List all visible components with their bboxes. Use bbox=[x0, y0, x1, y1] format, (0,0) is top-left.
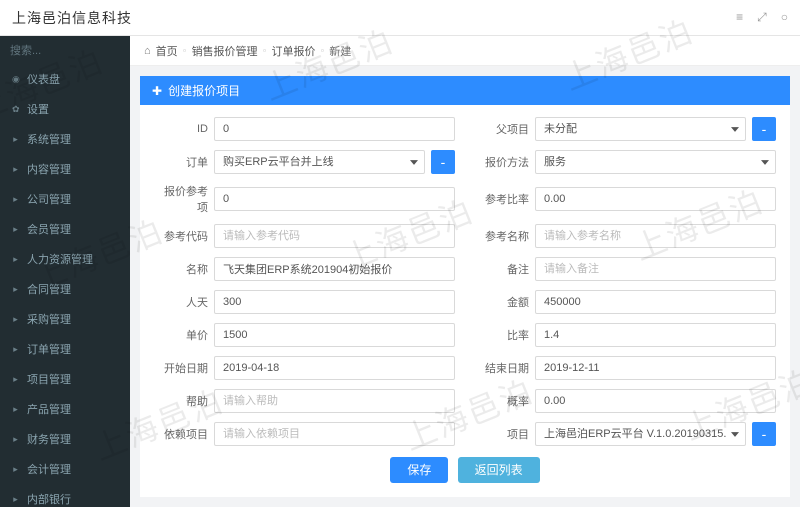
input-ratio[interactable] bbox=[535, 187, 776, 211]
sidebar-item[interactable]: ◉ 仪表盘 bbox=[0, 64, 130, 94]
input-desc[interactable] bbox=[214, 389, 455, 413]
select-proj[interactable]: 上海邑泊ERP云平台 V.1.0.20190315... bbox=[535, 422, 746, 446]
expand-icon[interactable]: ⤢ bbox=[757, 10, 767, 25]
sidebar-search[interactable]: 搜索... bbox=[0, 36, 130, 64]
input-id[interactable] bbox=[214, 117, 455, 141]
sidebar-item[interactable]: ▸会员管理 bbox=[0, 214, 130, 244]
breadcrumb: ⌂ 首页 ◦ 销售报价管理 ◦ 订单报价 ◦ 新建 bbox=[130, 36, 800, 66]
sidebar-item[interactable]: ▸采购管理 bbox=[0, 304, 130, 334]
sidebar-item[interactable]: ▸合同管理 bbox=[0, 274, 130, 304]
menu-icon[interactable]: ≡ bbox=[736, 10, 743, 25]
breadcrumb-link[interactable]: 销售报价管理 bbox=[192, 43, 258, 59]
minus-button[interactable]: - bbox=[752, 422, 776, 446]
sidebar-item[interactable]: ▸产品管理 bbox=[0, 394, 130, 424]
label-quoteitem: 报价参考项 bbox=[154, 183, 208, 215]
sidebar-item[interactable]: ▸系统管理 bbox=[0, 124, 130, 154]
sidebar-item[interactable]: ▸订单管理 bbox=[0, 334, 130, 364]
input-mandays[interactable] bbox=[214, 290, 455, 314]
home-icon[interactable]: ⌂ bbox=[144, 45, 151, 57]
label-ratio: 参考比率 bbox=[475, 191, 529, 207]
sidebar-item-label: 项目管理 bbox=[27, 371, 71, 387]
label-end: 结束日期 bbox=[475, 360, 529, 376]
label-order: 订单 bbox=[154, 154, 208, 170]
input-price[interactable] bbox=[214, 323, 455, 347]
sidebar-item-label: 公司管理 bbox=[27, 191, 71, 207]
sidebar-item-label: 会计管理 bbox=[27, 461, 71, 477]
sidebar-item[interactable]: ▸项目管理 bbox=[0, 364, 130, 394]
label-desc: 帮助 bbox=[154, 393, 208, 409]
input-end[interactable] bbox=[535, 356, 776, 380]
sidebar-item-label: 产品管理 bbox=[27, 401, 71, 417]
back-button[interactable]: 返回列表 bbox=[458, 457, 540, 483]
label-id: ID bbox=[154, 123, 208, 135]
sidebar-item-label: 会员管理 bbox=[27, 221, 71, 237]
breadcrumb-current: 新建 bbox=[329, 43, 351, 59]
label-mandays: 人天 bbox=[154, 294, 208, 310]
label-amount: 金额 bbox=[475, 294, 529, 310]
form-panel: ✚ 创建报价项目 ID 父项目 未分配 - 订 bbox=[140, 76, 790, 497]
input-overview[interactable] bbox=[535, 389, 776, 413]
sidebar: 搜索... ◉ 仪表盘 ✿ 设置 ▸系统管理 ▸内容管理 ▸公司管理 ▸会员管理 ▸… bbox=[0, 36, 130, 507]
label-start: 开始日期 bbox=[154, 360, 208, 376]
sidebar-item-label: 内部银行 bbox=[27, 491, 71, 507]
input-refname[interactable] bbox=[535, 224, 776, 248]
sidebar-item-label: 内容管理 bbox=[27, 161, 71, 177]
input-remark[interactable] bbox=[535, 257, 776, 281]
sidebar-item[interactable]: ✿ 设置 bbox=[0, 94, 130, 124]
sidebar-item-label: 采购管理 bbox=[27, 311, 71, 327]
input-rate[interactable] bbox=[535, 323, 776, 347]
sidebar-item[interactable]: ▸内容管理 bbox=[0, 154, 130, 184]
select-parent[interactable]: 未分配 bbox=[535, 117, 746, 141]
breadcrumb-home[interactable]: 首页 bbox=[156, 43, 178, 59]
label-depend: 依赖项目 bbox=[154, 426, 208, 442]
sidebar-item[interactable]: ▸财务管理 bbox=[0, 424, 130, 454]
sidebar-item-label: 人力资源管理 bbox=[27, 251, 93, 267]
breadcrumb-link[interactable]: 订单报价 bbox=[271, 43, 315, 59]
sidebar-item-label: 财务管理 bbox=[27, 431, 71, 447]
sidebar-item-label: 设置 bbox=[27, 101, 49, 117]
dashboard-icon: ◉ bbox=[12, 74, 19, 85]
sidebar-item[interactable]: ▸内部银行 bbox=[0, 484, 130, 507]
user-icon[interactable]: ○ bbox=[781, 10, 788, 25]
label-parent: 父项目 bbox=[475, 121, 529, 137]
label-refcode: 参考代码 bbox=[154, 228, 208, 244]
label-overview: 概率 bbox=[475, 393, 529, 409]
minus-button[interactable]: - bbox=[431, 150, 455, 174]
label-name: 名称 bbox=[154, 261, 208, 277]
plus-circle-icon: ✚ bbox=[152, 84, 162, 98]
input-refcode[interactable] bbox=[214, 224, 455, 248]
sidebar-item[interactable]: ▸会计管理 bbox=[0, 454, 130, 484]
sidebar-item-label: 系统管理 bbox=[27, 131, 71, 147]
input-amount[interactable] bbox=[535, 290, 776, 314]
sidebar-item-label: 合同管理 bbox=[27, 281, 71, 297]
sidebar-item-label: 仪表盘 bbox=[27, 71, 60, 87]
label-price: 单价 bbox=[154, 327, 208, 343]
save-button[interactable]: 保存 bbox=[390, 457, 448, 483]
input-name[interactable] bbox=[214, 257, 455, 281]
label-proj: 项目 bbox=[475, 426, 529, 442]
input-quoteitem[interactable] bbox=[214, 187, 455, 211]
label-method: 报价方法 bbox=[475, 154, 529, 170]
label-refname: 参考名称 bbox=[475, 228, 529, 244]
app-logo: 上海邑泊信息科技 bbox=[12, 8, 132, 28]
select-method[interactable]: 服务 bbox=[535, 150, 776, 174]
select-order[interactable]: 购买ERP云平台并上线 bbox=[214, 150, 425, 174]
sidebar-item[interactable]: ▸人力资源管理 bbox=[0, 244, 130, 274]
input-depend[interactable] bbox=[214, 422, 455, 446]
gear-icon: ✿ bbox=[12, 104, 19, 115]
panel-title: ✚ 创建报价项目 bbox=[140, 76, 790, 105]
label-remark: 备注 bbox=[475, 261, 529, 277]
minus-button[interactable]: - bbox=[752, 117, 776, 141]
sidebar-item-label: 订单管理 bbox=[27, 341, 71, 357]
label-rate: 比率 bbox=[475, 327, 529, 343]
input-start[interactable] bbox=[214, 356, 455, 380]
sidebar-item[interactable]: ▸公司管理 bbox=[0, 184, 130, 214]
